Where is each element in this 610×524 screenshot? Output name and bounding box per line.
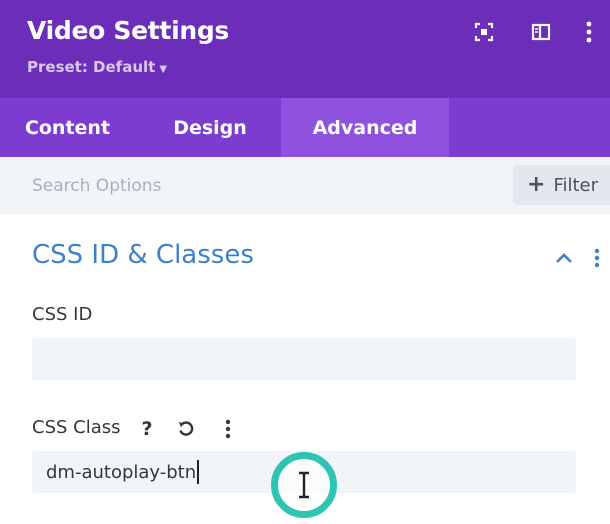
section-more-icon[interactable] xyxy=(586,246,608,270)
modal-header: Video Settings Preset: Default ▼ xyxy=(0,0,610,98)
filter-button[interactable]: + Filter xyxy=(513,165,610,205)
css-id-label: CSS ID xyxy=(32,304,93,325)
text-caret xyxy=(197,460,199,484)
tab-design[interactable]: Design xyxy=(135,98,285,157)
tab-advanced[interactable]: Advanced xyxy=(281,98,449,157)
modal-title: Video Settings xyxy=(27,16,230,45)
tab-content[interactable]: Content xyxy=(0,98,135,157)
text-cursor-icon xyxy=(299,471,309,499)
focus-icon[interactable] xyxy=(470,18,498,46)
caret-down-icon: ▼ xyxy=(159,64,168,75)
preset-label: Preset: Default xyxy=(27,58,156,76)
tab-bar: Content Design Advanced xyxy=(0,98,610,157)
preset-selector[interactable]: Preset: Default ▼ xyxy=(27,58,167,76)
mouse-cursor-highlight xyxy=(271,452,337,518)
reset-icon[interactable] xyxy=(175,417,197,441)
plus-icon: + xyxy=(527,172,546,197)
help-icon[interactable]: ? xyxy=(136,417,158,441)
section-title[interactable]: CSS ID & Classes xyxy=(32,240,254,270)
search-input[interactable] xyxy=(0,157,500,214)
sidebar-icon[interactable] xyxy=(527,18,555,46)
css-class-label: CSS Class xyxy=(32,417,121,438)
filter-label: Filter xyxy=(553,174,599,196)
css-id-field[interactable] xyxy=(32,338,576,380)
search-bar: + Filter xyxy=(0,157,610,214)
css-id-field-wrap xyxy=(32,338,576,380)
chevron-up-icon[interactable] xyxy=(553,246,575,270)
more-vertical-icon[interactable] xyxy=(575,18,603,46)
more-vertical-icon[interactable] xyxy=(217,417,239,441)
